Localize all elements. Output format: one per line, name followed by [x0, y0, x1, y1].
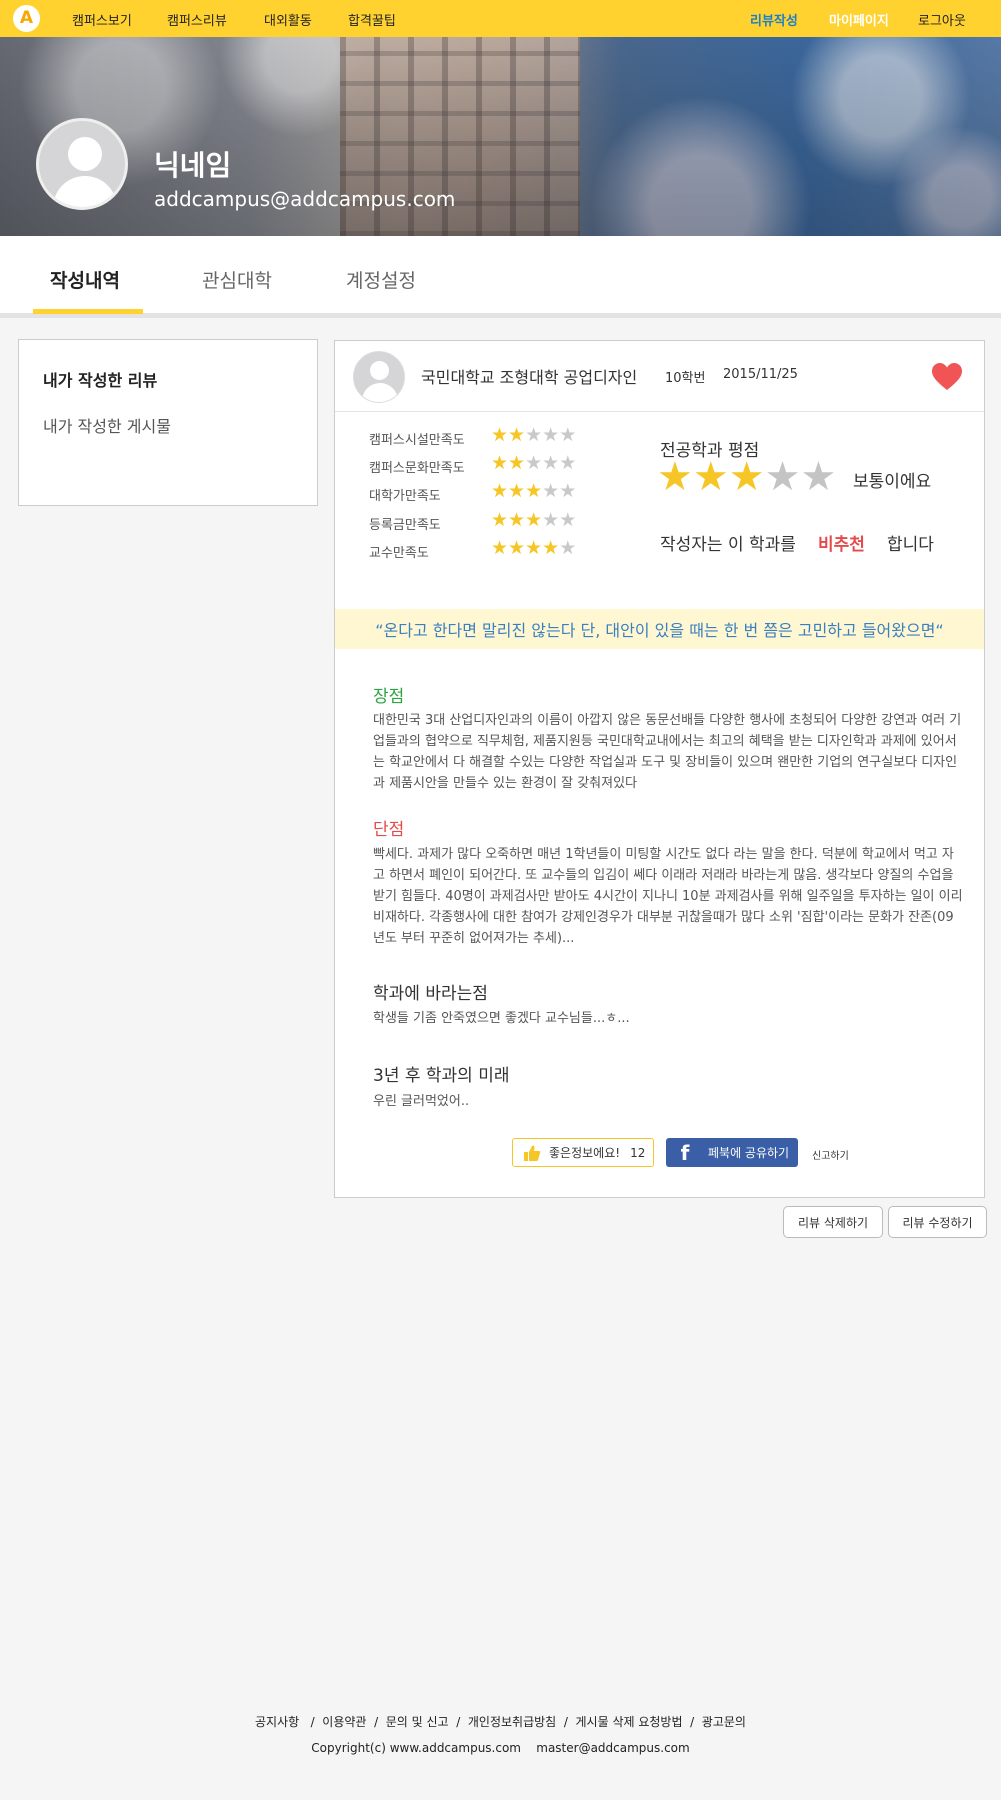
pros-text: 대한민국 3대 산업디자인과의 이름이 아깝지 않은 동문선배들 다양한 행사에… [373, 713, 962, 791]
facebook-share-button[interactable]: f 페북에 공유하기 [666, 1138, 798, 1167]
rating-label: 캠퍼스문화만족도 [369, 461, 465, 476]
star-empty-icon: ★ [525, 452, 543, 474]
star-empty-icon: ★ [542, 424, 560, 446]
star-empty-icon: ★ [559, 537, 577, 559]
star-filled-icon: ★ [508, 424, 526, 446]
star-filled-icon: ★ [728, 454, 765, 500]
star-filled-icon: ★ [508, 452, 526, 474]
star-empty-icon: ★ [542, 480, 560, 502]
star-filled-icon: ★ [525, 509, 543, 531]
facebook-share-label: 페북에 공유하기 [708, 1146, 790, 1160]
tab-interested-universities[interactable]: 관심대학 [202, 266, 272, 293]
star-filled-icon: ★ [657, 454, 693, 500]
logo-icon[interactable]: A [13, 5, 40, 32]
cons-text: 빡세다. 과제가 많다 오죽하면 매년 1학년들이 미팅할 시간도 없다 라는 … [373, 847, 963, 946]
star-empty-icon: ★ [559, 452, 577, 474]
future-title: 3년 후 학과의 미래 [373, 1066, 510, 1086]
rating-label: 대학가만족도 [369, 489, 441, 504]
profile-avatar [36, 118, 128, 210]
profile-hero-banner: 닉네임 addcampus@addcampus.com [0, 37, 1001, 236]
rating-label: 교수만족도 [369, 546, 429, 561]
profile-nickname: 닉네임 [154, 149, 232, 182]
star-filled-icon: ★ [525, 480, 543, 502]
star-filled-icon: ★ [508, 537, 526, 559]
star-empty-icon: ★ [800, 454, 837, 500]
star-filled-icon: ★ [692, 454, 729, 500]
star-empty-icon: ★ [525, 424, 543, 446]
thumbs-up-icon [524, 1145, 541, 1161]
star-filled-icon: ★ [542, 537, 560, 559]
report-link[interactable]: 신고하기 [812, 1147, 849, 1162]
hero-overlay [0, 37, 1001, 236]
wish-text: 학생들 기좀 안죽였으면 좋겠다 교수님들...ㅎ... [373, 1011, 630, 1026]
star-filled-icon: ★ [491, 452, 509, 474]
facebook-icon: f [680, 1140, 690, 1165]
heart-icon[interactable] [931, 361, 963, 393]
star-empty-icon: ★ [542, 452, 560, 474]
review-class-year: 10학번 [665, 371, 706, 386]
rating-stars: ★★★★★ [491, 539, 576, 558]
helpful-count: 12 [630, 1145, 646, 1160]
review-school: 국민대학교 조형대학 공업디자인 [421, 368, 638, 387]
star-filled-icon: ★ [491, 424, 509, 446]
star-filled-icon: ★ [508, 509, 526, 531]
reviewer-avatar [353, 351, 405, 403]
logo-letter: A [19, 8, 34, 28]
star-filled-icon: ★ [508, 480, 526, 502]
major-rating-stars: ★★★★★ [657, 457, 836, 497]
sidebar-menu: 내가 작성한 리뷰 내가 작성한 게시물 [18, 339, 318, 506]
review-card: 국민대학교 조형대학 공업디자인 10학번 2015/11/25 캠퍼스시설만족… [334, 340, 985, 1198]
recommend-prefix: 작성자는 이 학과를 [660, 535, 796, 555]
nav-campus-review[interactable]: 캠퍼스리뷰 [167, 10, 227, 29]
tab-account-settings[interactable]: 계정설정 [346, 266, 416, 293]
sidebar-item-my-reviews[interactable]: 내가 작성한 리뷰 [43, 367, 157, 391]
review-card-header: 국민대학교 조형대학 공업디자인 10학번 2015/11/25 [335, 341, 984, 412]
rating-label: 등록금만족도 [369, 518, 441, 533]
footer-links[interactable]: 공지사항 / 이용약관 / 문의 및 신고 / 개인정보취급방침 / 게시물 삭… [0, 1713, 1001, 1730]
rating-stars: ★★★★★ [491, 454, 576, 473]
nav-external-activities[interactable]: 대외활동 [264, 10, 312, 29]
recommend-verdict: 비추천 [818, 535, 865, 555]
star-empty-icon: ★ [542, 509, 560, 531]
rating-label: 캠퍼스시설만족도 [369, 433, 465, 448]
star-filled-icon: ★ [491, 480, 509, 502]
nav-mypage[interactable]: 마이페이지 [829, 10, 889, 29]
delete-review-button[interactable]: 리뷰 삭제하기 [783, 1206, 883, 1238]
nav-write-review[interactable]: 리뷰작성 [750, 10, 798, 29]
cons-title: 단점 [373, 820, 405, 840]
active-tab-indicator [33, 309, 143, 314]
rating-stars: ★★★★★ [491, 426, 576, 445]
profile-email: addcampus@addcampus.com [154, 187, 456, 211]
profile-tab-bar: 작성내역 관심대학 계정설정 [0, 236, 1001, 318]
tab-written-history[interactable]: 작성내역 [50, 266, 120, 293]
star-empty-icon: ★ [559, 480, 577, 502]
edit-review-button[interactable]: 리뷰 수정하기 [888, 1206, 987, 1238]
review-date: 2015/11/25 [723, 367, 798, 382]
nav-campus-view[interactable]: 캠퍼스보기 [72, 10, 132, 29]
sidebar-item-my-posts[interactable]: 내가 작성한 게시물 [43, 413, 171, 437]
star-empty-icon: ★ [559, 424, 577, 446]
star-filled-icon: ★ [491, 509, 509, 531]
helpful-label: 좋은정보에요! [549, 1146, 621, 1160]
nav-logout[interactable]: 로그아웃 [918, 10, 966, 29]
star-filled-icon: ★ [525, 537, 543, 559]
top-nav-bar: A 캠퍼스보기 캠퍼스리뷰 대외활동 합격꿀팁 리뷰작성 마이페이지 로그아웃 [0, 0, 1001, 37]
star-empty-icon: ★ [559, 509, 577, 531]
recommend-suffix: 합니다 [887, 535, 934, 555]
nav-admission-tips[interactable]: 합격꿀팁 [348, 10, 396, 29]
major-rating-verdict: 보통이에요 [853, 472, 932, 492]
star-empty-icon: ★ [764, 454, 801, 500]
rating-stars: ★★★★★ [491, 511, 576, 530]
wish-title: 학과에 바라는점 [373, 984, 488, 1004]
helpful-button[interactable]: 좋은정보에요! 12 [512, 1138, 654, 1167]
review-quote: “온다고 한다면 말리진 않는다 단, 대안이 있을 때는 한 번 쯤은 고민하… [335, 609, 984, 649]
star-filled-icon: ★ [491, 537, 509, 559]
footer-copyright: Copyright(c) www.addcampus.com master@ad… [311, 1741, 690, 1755]
pros-title: 장점 [373, 687, 405, 707]
rating-stars: ★★★★★ [491, 482, 576, 501]
future-text: 우린 글러먹었어.. [373, 1094, 470, 1109]
